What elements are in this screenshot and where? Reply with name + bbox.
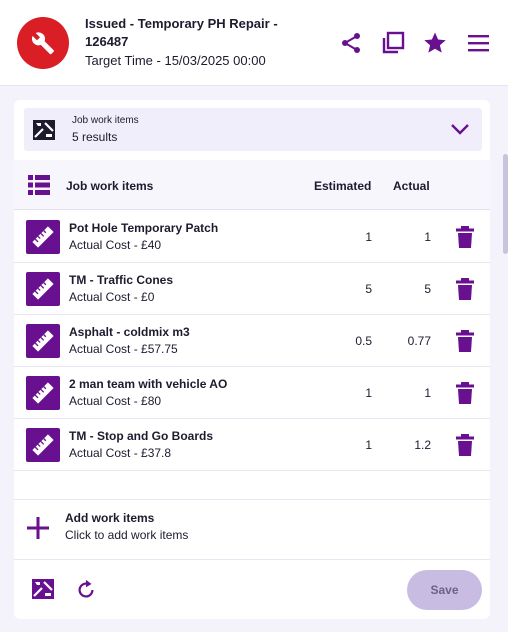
work-items-footer-icon[interactable]: [32, 579, 54, 599]
item-name: 2 man team with vehicle AO: [69, 377, 228, 391]
scrollbar-thumb[interactable]: [503, 154, 508, 254]
table-header: Job work items Estimated Actual: [14, 160, 490, 210]
item-actual: 1: [424, 386, 431, 400]
wrench-icon: [31, 32, 54, 55]
ruler-icon: [26, 272, 60, 306]
ruler-icon: [26, 220, 60, 254]
item-estimated: 1: [365, 386, 372, 400]
save-button[interactable]: Save: [407, 570, 482, 610]
column-header-actual: Actual: [393, 179, 430, 193]
app-header: Issued - Temporary PH Repair - 126487 Ta…: [0, 0, 508, 86]
item-estimated: 0.5: [355, 334, 372, 348]
item-estimated: 5: [365, 282, 372, 296]
item-name: Pot Hole Temporary Patch: [69, 221, 219, 235]
share-icon[interactable]: [339, 31, 363, 55]
item-name: TM - Traffic Cones: [69, 273, 174, 287]
item-actual-cost: Actual Cost - £57.75: [69, 342, 178, 356]
menu-icon[interactable]: [466, 31, 490, 55]
column-header-estimated: Estimated: [314, 179, 372, 193]
copy-icon[interactable]: [381, 31, 405, 55]
list-icon: [28, 175, 50, 195]
target-time: Target Time - 15/03/2025 00:00: [85, 53, 266, 68]
page-title: Issued - Temporary PH Repair - 126487: [85, 16, 278, 49]
item-name: TM - Stop and Go Boards: [69, 429, 213, 443]
delete-icon[interactable]: [456, 382, 474, 404]
table-row[interactable]: TM - Stop and Go Boards Actual Cost - £37…: [14, 419, 490, 471]
item-actual: 1.2: [414, 438, 431, 452]
delete-icon[interactable]: [456, 278, 474, 300]
item-estimated: 1: [365, 230, 372, 244]
work-items-icon: [33, 120, 55, 140]
item-actual-cost: Actual Cost - £80: [69, 394, 162, 408]
add-work-items-subtitle: Click to add work items: [65, 528, 189, 542]
star-icon[interactable]: [423, 31, 447, 55]
column-header-item: Job work items: [66, 179, 154, 193]
table-row[interactable]: Pot Hole Temporary Patch Actual Cost - £4…: [14, 211, 490, 263]
item-actual: 5: [424, 282, 431, 296]
chevron-down-icon[interactable]: [450, 122, 470, 136]
plus-icon: [27, 517, 49, 539]
table-row[interactable]: Asphalt - coldmix m3 Actual Cost - £57.75…: [14, 315, 490, 367]
work-items-summary-toggle[interactable]: Job work items 5 results: [24, 108, 482, 151]
job-avatar: [17, 17, 69, 69]
item-actual: 1: [424, 230, 431, 244]
item-actual-cost: Actual Cost - £0: [69, 290, 155, 304]
delete-icon[interactable]: [456, 434, 474, 456]
add-work-items-title: Add work items: [65, 511, 155, 525]
table-row[interactable]: TM - Traffic Cones Actual Cost - £0 5 5: [14, 263, 490, 315]
delete-icon[interactable]: [456, 330, 474, 352]
summary-count: 5 results: [72, 130, 118, 144]
ruler-icon: [26, 376, 60, 410]
ruler-icon: [26, 324, 60, 358]
table-row[interactable]: 2 man team with vehicle AO Actual Cost - …: [14, 367, 490, 419]
item-actual-cost: Actual Cost - £40: [69, 238, 162, 252]
work-items-card: Job work items 5 results Job work items …: [14, 100, 490, 619]
refresh-icon[interactable]: [75, 579, 97, 601]
item-name: Asphalt - coldmix m3: [69, 325, 190, 339]
summary-label: Job work items: [72, 115, 139, 126]
ruler-icon: [26, 428, 60, 462]
add-work-items-button[interactable]: Add work items Click to add work items: [14, 499, 490, 560]
item-actual-cost: Actual Cost - £37.8: [69, 446, 172, 460]
item-actual: 0.77: [407, 334, 431, 348]
item-estimated: 1: [365, 438, 372, 452]
delete-icon[interactable]: [456, 226, 474, 248]
